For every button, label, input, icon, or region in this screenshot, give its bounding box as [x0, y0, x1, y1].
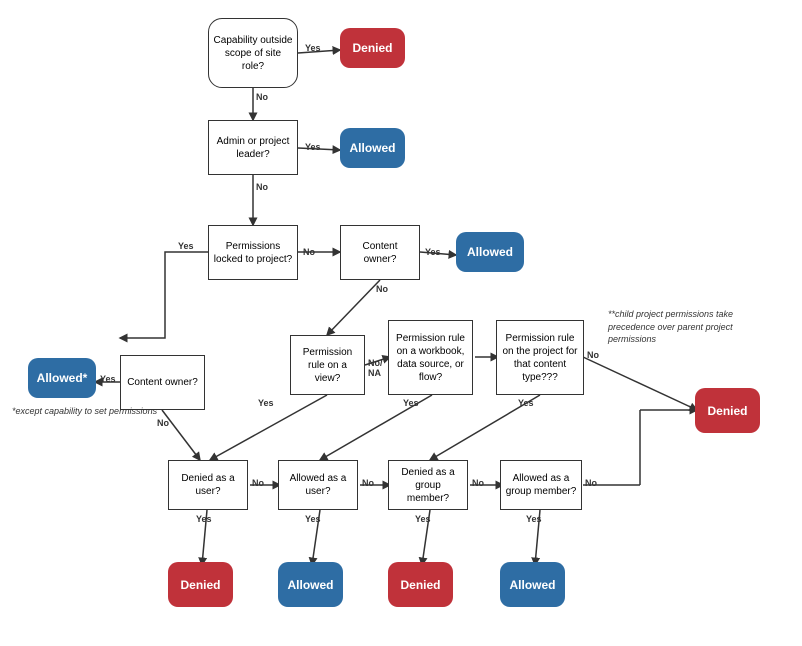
- yes-denied-group-label: Yes: [415, 514, 431, 524]
- content-owner-right-box: Content owner?: [340, 225, 420, 280]
- denied-group-box: Denied as a group member?: [388, 460, 468, 510]
- yes-perm-wb-label: Yes: [403, 398, 419, 408]
- content-owner-left-box: Content owner?: [120, 355, 205, 410]
- denied-user-box: Denied as a user?: [168, 460, 248, 510]
- child-note: **child project permissions take precede…: [608, 308, 758, 346]
- no-allowed-group-label: No: [585, 478, 597, 488]
- yes-allowed-user-label: Yes: [305, 514, 321, 524]
- denied-right-result: Denied: [695, 388, 760, 433]
- capability-box: Capability outside scope of site role?: [208, 18, 298, 88]
- permissions-locked-box: Permissions locked to project?: [208, 225, 298, 280]
- denied-top-result: Denied: [340, 28, 405, 68]
- allowed-admin-result: Allowed: [340, 128, 405, 168]
- no-perm-proj-label: No: [587, 350, 599, 360]
- except-note: *except capability to set permissions: [12, 405, 157, 418]
- yes-perm-proj-label: Yes: [518, 398, 534, 408]
- allowed-bottom2-result: Allowed: [500, 562, 565, 607]
- permission-workbook-box: Permission rule on a workbook, data sour…: [388, 320, 473, 395]
- no-allowed-user-label: No: [362, 478, 374, 488]
- no-denied-group-label: No: [472, 478, 484, 488]
- permission-view-box: Permission rule on a view?: [290, 335, 365, 395]
- yes-admin-label: Yes: [305, 142, 321, 152]
- yes-content-left-label: Yes: [100, 374, 116, 384]
- allowed-bottom1-result: Allowed: [278, 562, 343, 607]
- admin-box: Admin or project leader?: [208, 120, 298, 175]
- yes-denied-user-label: Yes: [196, 514, 212, 524]
- allowed-left-result: Allowed*: [28, 358, 96, 398]
- denied-bottom2-result: Denied: [388, 562, 453, 607]
- no-denied-user-label: No: [252, 478, 264, 488]
- no-admin-label: No: [256, 182, 268, 192]
- permission-project-box: Permission rule on the project for that …: [496, 320, 584, 395]
- yes-locked-label: Yes: [178, 241, 194, 251]
- no-locked-label: No: [303, 247, 315, 257]
- no-content-left-label: No: [157, 418, 169, 428]
- allowed-content-result: Allowed: [456, 232, 524, 272]
- no-capability-label: No: [256, 92, 268, 102]
- nona-perm-view-label: No/NA: [368, 358, 383, 378]
- no-content-right-label: No: [376, 284, 388, 294]
- yes-allowed-group-label: Yes: [526, 514, 542, 524]
- yes-content-right-label: Yes: [425, 247, 441, 257]
- allowed-user-box: Allowed as a user?: [278, 460, 358, 510]
- yes-capability-label: Yes: [305, 43, 321, 53]
- denied-bottom1-result: Denied: [168, 562, 233, 607]
- yes-perm-view-label: Yes: [258, 398, 274, 408]
- allowed-group-box: Allowed as a group member?: [500, 460, 582, 510]
- flowchart-diagram: Capability outside scope of site role? A…: [0, 0, 802, 646]
